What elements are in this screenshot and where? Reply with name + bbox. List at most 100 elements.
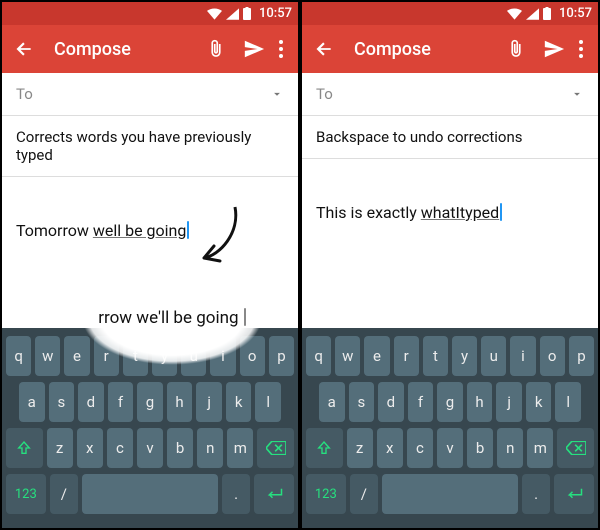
subject-field[interactable]: Corrects words you have previously typed [2, 116, 298, 177]
callout-text: rrow we'll be going [98, 308, 242, 328]
compose-area: To Backspace to undo corrections This is… [302, 73, 598, 328]
period-key[interactable]: . [522, 474, 550, 514]
app-bar: Compose [302, 25, 598, 73]
key-t[interactable]: t [423, 336, 448, 376]
body-text-autocorrect: whatItyped [421, 203, 499, 222]
enter-key[interactable] [554, 474, 594, 514]
kbd-row-4: 123 / . [6, 474, 294, 514]
key-z[interactable]: z [347, 428, 373, 468]
battery-icon [543, 7, 551, 20]
key-s[interactable]: s [349, 382, 375, 422]
key-m[interactable]: m [527, 428, 553, 468]
key-o[interactable]: o [540, 336, 565, 376]
numbers-key[interactable]: 123 [6, 474, 46, 514]
key-g[interactable]: g [137, 382, 163, 422]
key-n[interactable]: n [197, 428, 223, 468]
key-l[interactable]: l [255, 382, 281, 422]
key-g[interactable]: g [437, 382, 463, 422]
key-f[interactable]: f [108, 382, 134, 422]
more-icon[interactable] [574, 37, 588, 61]
key-x[interactable]: x [77, 428, 103, 468]
app-bar: Compose [2, 25, 298, 73]
key-h[interactable]: h [467, 382, 493, 422]
wifi-icon [207, 8, 222, 20]
body-text-pre: Tomorrow [16, 221, 93, 240]
key-a[interactable]: a [19, 382, 45, 422]
backspace-key[interactable] [557, 428, 594, 468]
key-a[interactable]: a [319, 382, 345, 422]
keyboard[interactable]: qwertyuiop asdfghjkl zxcvbnm 123 / . [302, 328, 598, 528]
key-j[interactable]: j [196, 382, 222, 422]
expand-recipients-icon[interactable] [570, 87, 584, 101]
slash-key[interactable]: / [50, 474, 78, 514]
battery-icon [243, 7, 251, 20]
backspace-key[interactable] [257, 428, 294, 468]
kbd-row-2: asdfghjkl [6, 382, 294, 422]
to-field[interactable]: To [302, 73, 598, 116]
key-h[interactable]: h [167, 382, 193, 422]
key-e[interactable]: e [364, 336, 389, 376]
space-key[interactable] [382, 474, 518, 514]
compose-title: Compose [54, 39, 190, 60]
subject-field[interactable]: Backspace to undo corrections [302, 116, 598, 159]
enter-key[interactable] [254, 474, 294, 514]
key-x[interactable]: x [377, 428, 403, 468]
key-d[interactable]: d [378, 382, 404, 422]
back-icon[interactable] [12, 37, 36, 61]
kbd-row-2: asdfghjkl [306, 382, 594, 422]
slash-key[interactable]: / [350, 474, 378, 514]
magnifier-callout: rrow we'll be going [57, 258, 287, 378]
key-s[interactable]: s [49, 382, 75, 422]
space-key[interactable] [82, 474, 218, 514]
to-field[interactable]: To [2, 73, 298, 116]
key-d[interactable]: d [78, 382, 104, 422]
kbd-row-1: qwertyuiop [306, 336, 594, 376]
phone-right: 10:57 Compose To Backspace to undo corre… [300, 0, 600, 530]
key-q[interactable]: q [306, 336, 331, 376]
key-z[interactable]: z [47, 428, 73, 468]
kbd-row-3: zxcvbnm [6, 428, 294, 468]
body-text-autocorrect: well be going [93, 221, 187, 240]
numbers-key[interactable]: 123 [306, 474, 346, 514]
key-i[interactable]: i [510, 336, 535, 376]
signal-icon [526, 8, 539, 20]
key-n[interactable]: n [497, 428, 523, 468]
attach-icon[interactable] [504, 37, 528, 61]
shift-key[interactable] [306, 428, 343, 468]
key-l[interactable]: l [555, 382, 581, 422]
shift-key[interactable] [6, 428, 43, 468]
key-b[interactable]: b [167, 428, 193, 468]
compose-area: To Corrects words you have previously ty… [2, 73, 298, 328]
key-p[interactable]: p [569, 336, 594, 376]
key-w[interactable]: w [335, 336, 360, 376]
wifi-icon [507, 8, 522, 20]
send-icon[interactable] [542, 37, 566, 61]
key-y[interactable]: y [452, 336, 477, 376]
body-field[interactable]: This is exactly whatItyped [302, 159, 598, 328]
key-k[interactable]: k [526, 382, 552, 422]
key-v[interactable]: v [437, 428, 463, 468]
key-b[interactable]: b [467, 428, 493, 468]
key-f[interactable]: f [408, 382, 434, 422]
key-r[interactable]: r [394, 336, 419, 376]
callout-cursor [244, 308, 246, 326]
kbd-row-3: zxcvbnm [306, 428, 594, 468]
compose-title: Compose [354, 39, 490, 60]
status-time: 10:57 [259, 6, 292, 21]
attach-icon[interactable] [204, 37, 228, 61]
key-j[interactable]: j [496, 382, 522, 422]
key-w[interactable]: w [35, 336, 60, 376]
key-c[interactable]: c [107, 428, 133, 468]
more-icon[interactable] [274, 37, 288, 61]
send-icon[interactable] [242, 37, 266, 61]
key-u[interactable]: u [481, 336, 506, 376]
to-label: To [16, 85, 33, 103]
key-v[interactable]: v [137, 428, 163, 468]
key-k[interactable]: k [226, 382, 252, 422]
expand-recipients-icon[interactable] [270, 87, 284, 101]
key-m[interactable]: m [227, 428, 253, 468]
back-icon[interactable] [312, 37, 336, 61]
period-key[interactable]: . [222, 474, 250, 514]
key-c[interactable]: c [407, 428, 433, 468]
key-q[interactable]: q [6, 336, 31, 376]
